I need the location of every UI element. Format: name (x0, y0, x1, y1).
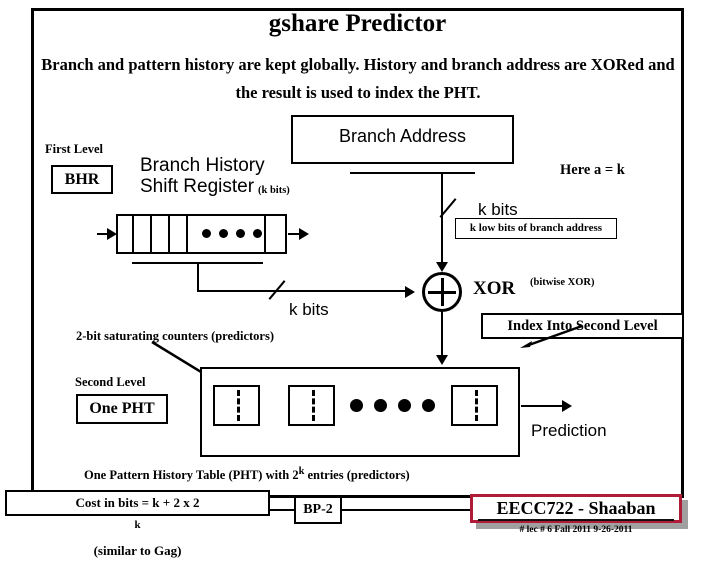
shift-out-arrow-icon (299, 228, 309, 240)
bhr-bus-vertical (197, 262, 199, 290)
shift-register-ellipsis-dots (202, 229, 264, 241)
branch-history-line1: Branch History (140, 155, 265, 176)
pht-entry (451, 385, 498, 426)
one-pht-box: One PHT (76, 394, 168, 424)
bhr-bus-horizontal (197, 290, 412, 292)
course-badge-label: EECC722 - Shaaban (496, 498, 656, 518)
slide-subtitle: Branch and pattern history are kept glob… (41, 55, 675, 102)
branch-address-tap (350, 172, 475, 174)
bhr-bus-width-label: k bits (289, 300, 329, 319)
index-pointer-arrow-icon (520, 324, 583, 348)
page-title: gshare Predictor (268, 10, 447, 37)
shift-register-divider (132, 216, 134, 252)
footer-connector-right (341, 509, 472, 511)
here-a-equals-k-label: Here a = k (560, 162, 625, 178)
bhr-bus-arrow-icon (405, 286, 415, 298)
xor-label: XOR (473, 278, 516, 299)
bitwise-xor-note: (bitwise XOR) (530, 277, 595, 288)
one-pht-label: One PHT (89, 400, 155, 417)
footer-connector-left (269, 509, 296, 511)
badge-underline (478, 519, 674, 521)
pht-ellipsis-dots (350, 399, 435, 413)
k-low-bits-note-box: k low bits of branch address (455, 218, 617, 239)
bhr-box: BHR (51, 165, 113, 194)
second-level-label: Second Level (75, 375, 146, 389)
pht-entry (213, 385, 260, 426)
prediction-line (521, 405, 567, 407)
first-level-label: First Level (45, 142, 103, 156)
branch-history-line2: Shift Register (140, 176, 255, 197)
branch-history-bits-label: (k bits) (258, 185, 290, 196)
xor-output-bus (441, 311, 443, 359)
xor-output-arrow-icon (436, 355, 448, 365)
branch-address-bus-arrow-icon (436, 262, 448, 272)
k-low-bits-note-label: k low bits of branch address (469, 222, 603, 234)
shift-in-arrow-icon (107, 228, 117, 240)
shift-register-divider (150, 216, 152, 252)
cost-in-bits-box: Cost in bits = k + 2 x 2k (similar to Ga… (5, 490, 270, 558)
bp2-box: BP-2 (294, 496, 342, 524)
slide-canvas: gshare Predictor Branch and pattern hist… (0, 0, 720, 558)
pht-caption: One Pattern History Table (PHT) with 2k … (84, 466, 410, 483)
branch-address-bus-width-label: k bits (478, 200, 518, 219)
shift-register-divider (264, 216, 266, 252)
pht-caption-base: One Pattern History Table (PHT) with 2 (84, 468, 299, 483)
branch-history-shift-register (116, 214, 287, 254)
shift-register-divider (168, 216, 170, 252)
pht-caption-tail: entries (predictors) (304, 468, 410, 483)
pht-entry (288, 385, 335, 426)
prediction-arrow-icon (562, 400, 572, 412)
bhr-label: BHR (64, 171, 100, 188)
xor-gate-icon (422, 272, 462, 312)
shift-register-divider (186, 216, 188, 252)
cost-in-bits-label: Cost in bits = k + 2 x 2k (similar to Ga… (75, 495, 200, 559)
branch-address-bus (441, 172, 443, 268)
bp2-label: BP-2 (303, 502, 333, 517)
footer-meta: # lec # 6 Fall 2011 9-26-2011 (519, 525, 633, 535)
prediction-label: Prediction (531, 421, 607, 440)
branch-address-label: Branch Address (338, 126, 467, 146)
